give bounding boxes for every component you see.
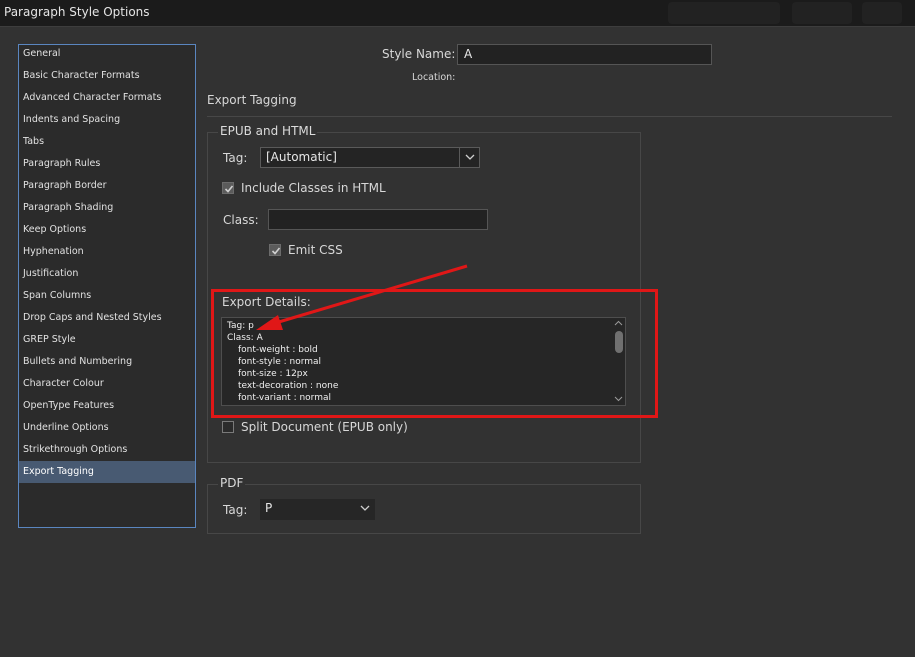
title-bar: Paragraph Style Options bbox=[0, 0, 915, 26]
blurred-toolbar-button bbox=[792, 2, 852, 24]
dialog-body: General Basic Character Formats Advanced… bbox=[0, 26, 915, 657]
annotation-arrow-icon bbox=[256, 264, 468, 330]
window-title: Paragraph Style Options bbox=[4, 5, 150, 19]
blurred-toolbar-button bbox=[862, 2, 902, 24]
blurred-toolbar-button bbox=[668, 2, 780, 24]
